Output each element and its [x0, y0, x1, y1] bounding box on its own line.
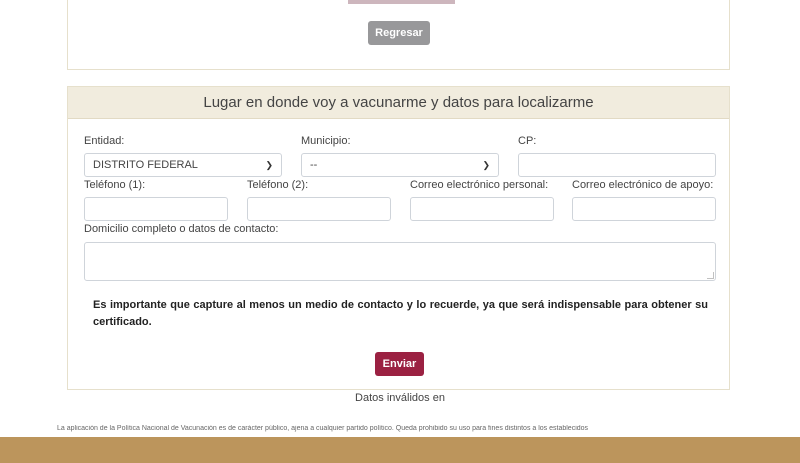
municipio-label: Municipio:: [301, 135, 351, 147]
municipio-select[interactable]: -- ❯: [301, 153, 499, 177]
chevron-down-icon: ❯: [482, 159, 490, 170]
correo-apoyo-input[interactable]: [572, 197, 716, 221]
previous-section-accent: [348, 0, 455, 4]
resize-grip-icon[interactable]: [707, 272, 714, 279]
form-title: Lugar en donde voy a vacunarme y datos p…: [68, 87, 729, 119]
correo-personal-label: Correo electrónico personal:: [410, 179, 549, 191]
send-button[interactable]: Enviar: [375, 352, 424, 376]
correo-personal-input[interactable]: [410, 197, 554, 221]
domicilio-textarea[interactable]: [84, 242, 716, 281]
municipio-selected-value: --: [310, 159, 318, 171]
entidad-label: Entidad:: [84, 135, 125, 147]
telefono1-input[interactable]: [84, 197, 228, 221]
entidad-selected-value: DISTRITO FEDERAL: [93, 159, 198, 171]
validation-message: Datos inválidos en: [355, 392, 445, 404]
domicilio-label: Domicilio completo o datos de contacto:: [84, 223, 279, 235]
previous-section-card: Regresar: [67, 0, 730, 70]
contact-notice: Es importante que capture al menos un me…: [93, 299, 708, 328]
telefono1-label: Teléfono (1):: [84, 179, 146, 191]
telefono2-label: Teléfono (2):: [247, 179, 309, 191]
chevron-down-icon: ❯: [265, 159, 273, 170]
location-contact-form: Lugar en donde voy a vacunarme y datos p…: [67, 86, 730, 390]
legal-disclaimer: La aplicación de la Política Nacional de…: [57, 425, 589, 432]
correo-apoyo-label: Correo electrónico de apoyo:: [572, 179, 714, 191]
cp-label: CP:: [518, 135, 537, 147]
cp-input[interactable]: [518, 153, 716, 177]
back-button[interactable]: Regresar: [368, 21, 430, 45]
telefono2-input[interactable]: [247, 197, 391, 221]
footer-band: [0, 437, 800, 463]
entidad-select[interactable]: DISTRITO FEDERAL ❯: [84, 153, 282, 177]
